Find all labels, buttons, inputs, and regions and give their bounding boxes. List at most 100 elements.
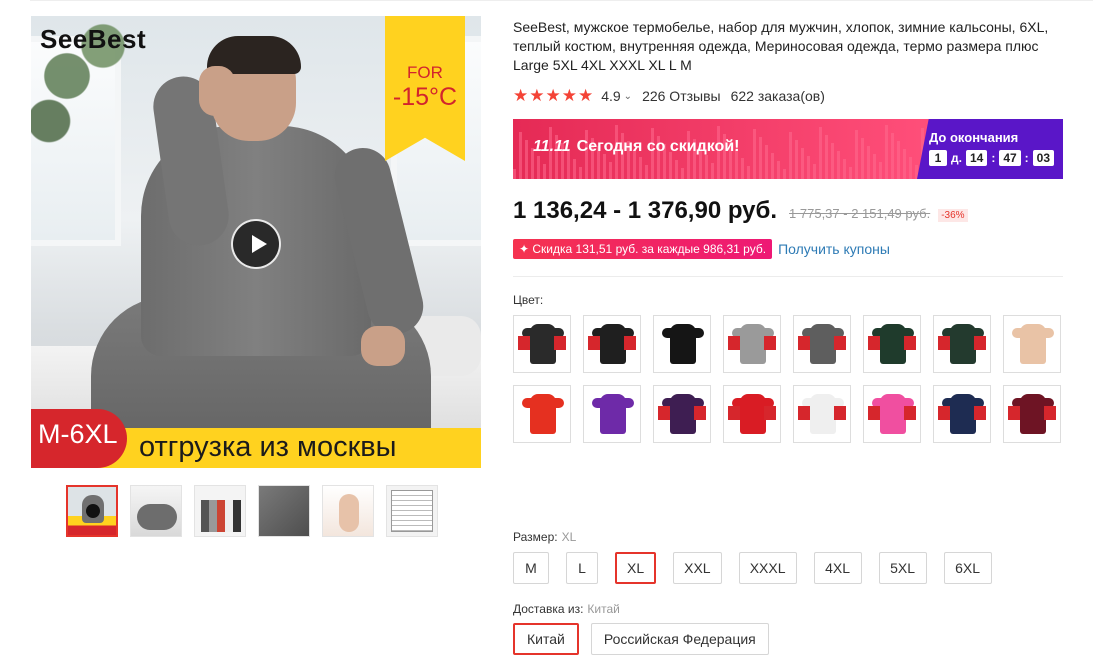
color-swatch-black-grey[interactable] — [513, 315, 571, 373]
size-option-4xl[interactable]: 4XL — [813, 552, 862, 584]
section-divider — [513, 276, 1063, 277]
main-product-image[interactable]: SeeBest FOR -15°C отгрузка из москвы M-6… — [31, 16, 481, 468]
reviews-count[interactable]: 226 Отзывы — [642, 88, 721, 104]
set-label-tag — [658, 406, 670, 420]
promo-title: Сегодня со скидкой! — [576, 138, 740, 155]
chevron-down-icon[interactable]: ⌄ — [624, 91, 632, 102]
garment-thumbnail — [802, 394, 844, 434]
set-label-tag — [868, 336, 880, 350]
garment-thumbnail — [522, 324, 564, 364]
color-label-tag — [624, 336, 636, 350]
color-swatch-grey[interactable] — [723, 315, 781, 373]
color-label-tag — [764, 336, 776, 350]
garment-thumbnail — [942, 394, 984, 434]
top-divider — [30, 0, 1093, 1]
countdown-days-unit: д. — [951, 151, 962, 165]
color-swatch-wine[interactable] — [1003, 385, 1061, 443]
size-option-6xl[interactable]: 6XL — [943, 552, 992, 584]
price-row: 1 136,24 - 1 376,90 руб. 1 775,37 - 2 15… — [513, 197, 968, 225]
size-option-5xl[interactable]: 5XL — [878, 552, 927, 584]
thumbnail-3[interactable] — [194, 485, 246, 537]
promo-event: 11.11 — [533, 138, 571, 155]
shipping-label: Доставка из: — [513, 602, 584, 616]
color-swatch-dark-grey[interactable] — [793, 315, 851, 373]
color-swatch-purple-set[interactable] — [583, 385, 641, 443]
set-label-tag — [728, 406, 740, 420]
size-option-m[interactable]: M — [513, 552, 549, 584]
color-swatch-red[interactable] — [723, 385, 781, 443]
size-option-l[interactable]: L — [566, 552, 598, 584]
set-label-tag — [798, 336, 810, 350]
color-swatch-purple[interactable] — [653, 385, 711, 443]
garment-thumbnail — [732, 394, 774, 434]
garment-thumbnail — [662, 394, 704, 434]
color-swatch-pink[interactable] — [863, 385, 921, 443]
garment-thumbnail — [592, 394, 634, 434]
size-selected-value: XL — [561, 530, 577, 544]
coupon-row: ✦ Скидка 131,51 руб. за каждые 986,31 ру… — [513, 239, 890, 259]
current-price: 1 136,24 - 1 376,90 руб. — [513, 197, 778, 224]
thumbnail-2[interactable] — [130, 485, 182, 537]
color-label-tag — [694, 406, 706, 420]
size-options: M L XL XXL XXXL 4XL 5XL 6XL — [513, 552, 992, 584]
color-swatch-black-set[interactable] — [653, 315, 711, 373]
color-swatch-dark-green[interactable] — [933, 315, 991, 373]
set-label-tag — [868, 406, 880, 420]
color-label-tag — [834, 406, 846, 420]
countdown-panel: До окончания 1 д. 14 : 47 : 03 — [917, 119, 1063, 179]
set-label-tag — [938, 336, 950, 350]
garment-thumbnail — [802, 324, 844, 364]
set-label-tag — [728, 336, 740, 350]
color-swatch-black[interactable] — [583, 315, 641, 373]
get-coupons-link[interactable]: Получить купоны — [778, 241, 890, 257]
color-swatch-skin[interactable] — [1003, 315, 1061, 373]
size-option-xxxl[interactable]: XXXL — [738, 552, 797, 584]
shipping-options: Китай Российская Федерация — [513, 623, 769, 655]
size-option-xxl[interactable]: XXL — [673, 552, 722, 584]
color-swatch-grid — [513, 315, 1073, 443]
rating-value[interactable]: 4.9 — [601, 88, 620, 104]
play-icon — [86, 504, 100, 518]
garment-thumbnail — [872, 394, 914, 434]
shipping-option-1[interactable]: Китай — [513, 623, 579, 655]
countdown-days: 1 — [929, 150, 947, 166]
thumbnail-4[interactable] — [258, 485, 310, 537]
set-label-tag — [518, 336, 530, 350]
sale-promo-banner: 11.11 Сегодня со скидкой! До окончания 1 … — [513, 119, 1063, 179]
thumbnail-5[interactable] — [322, 485, 374, 537]
thumbnail-1[interactable] — [66, 485, 118, 537]
color-label: Цвет: — [513, 293, 544, 307]
color-label-tag — [974, 336, 986, 350]
discount-badge: -36% — [938, 209, 968, 222]
color-swatch-white[interactable] — [793, 385, 851, 443]
old-price: 1 775,37 - 2 151,49 руб. — [789, 206, 931, 221]
garment-thumbnail — [942, 324, 984, 364]
size-option-xl[interactable]: XL — [615, 552, 657, 584]
color-swatch-red-set[interactable] — [513, 385, 571, 443]
thumbnail-6[interactable] — [386, 485, 438, 537]
set-label-tag — [1008, 406, 1020, 420]
countdown-minutes: 47 — [999, 150, 1021, 166]
play-video-icon[interactable] — [231, 219, 281, 269]
shipping-option-2[interactable]: Российская Федерация — [590, 623, 769, 655]
countdown-separator: : — [1024, 151, 1029, 165]
color-swatch-navy[interactable] — [933, 385, 991, 443]
color-label-tag — [764, 406, 776, 420]
garment-thumbnail — [662, 324, 704, 364]
shipping-label-row: Доставка из: Китай — [513, 602, 620, 616]
garment-thumbnail — [1012, 394, 1054, 434]
garment-thumbnail — [592, 324, 634, 364]
shipping-banner-text: отгрузка из москвы — [139, 431, 397, 463]
coupon-badge: ✦ Скидка 131,51 руб. за каждые 986,31 ру… — [513, 239, 773, 259]
countdown-seconds: 03 — [1032, 150, 1055, 166]
ribbon-for-text: FOR — [407, 63, 443, 82]
set-label-tag — [588, 336, 600, 350]
set-label-tag — [798, 406, 810, 420]
color-label-tag — [974, 406, 986, 420]
shipping-selected-value: Китай — [587, 602, 620, 616]
thumbnail-strip — [66, 485, 438, 537]
size-range-text: M-6XL — [38, 419, 118, 449]
countdown-hours: 14 — [965, 150, 988, 166]
color-swatch-green[interactable] — [863, 315, 921, 373]
set-label-tag — [938, 406, 950, 420]
